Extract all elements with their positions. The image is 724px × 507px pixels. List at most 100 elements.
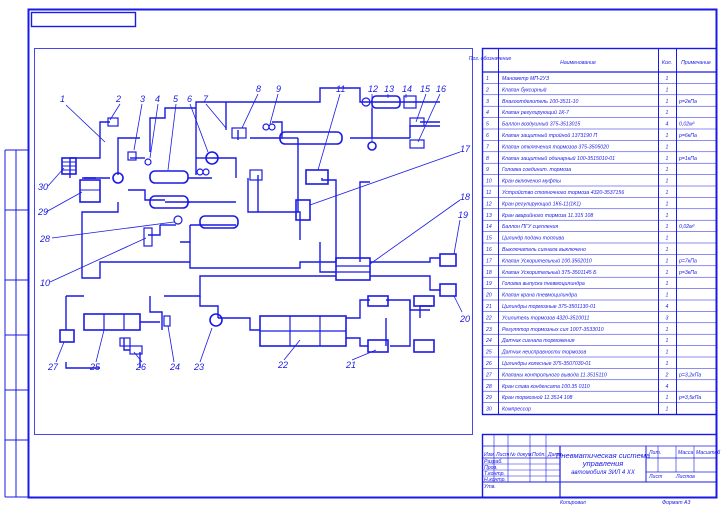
table-cell-qty: 1 — [666, 395, 669, 401]
table-cell-position: 1 — [486, 76, 489, 82]
air-tank-symbol — [199, 215, 239, 229]
table-cell-name: Выключатель сигнала выключено — [502, 247, 586, 253]
table-cell-qty: 1 — [666, 99, 669, 105]
table-cell-position: 23 — [485, 327, 492, 333]
callout-24: 24 — [169, 362, 180, 372]
table-cell-qty: 1 — [666, 110, 669, 116]
table-cell-position: 20 — [485, 293, 492, 299]
role-label-3: Н.контр. — [484, 477, 506, 483]
table-cell-note: 0,02м³ — [679, 122, 695, 128]
brake-chamber-symbol — [367, 339, 389, 353]
table-cell-position: 25 — [485, 350, 492, 356]
table-cell-qty: 1 — [666, 327, 669, 333]
table-cell-note: р=7кПа — [678, 258, 697, 264]
callout-25: 25 — [89, 362, 101, 372]
brake-chamber-symbol — [367, 295, 389, 307]
table-cell-position: 17 — [486, 258, 493, 264]
table-cell-name: Датчик сигнала торможения — [501, 338, 575, 344]
table-cell-name: Баллон ПГУ сцепления — [502, 224, 558, 230]
table-cell-qty: 1 — [666, 167, 669, 173]
table-cell-position: 13 — [486, 213, 492, 219]
scale-header: Масштаб — [696, 450, 721, 456]
brake-fault-sensor-symbol — [83, 313, 141, 331]
pneumo-cylinder-symbol — [439, 253, 457, 267]
table-cell-position: 3 — [486, 99, 489, 105]
table-cell-name: Клапан буксирный — [502, 86, 547, 93]
callout-20: 20 — [459, 314, 470, 324]
table-cell-qty: 4 — [666, 304, 669, 310]
callout-14: 14 — [402, 84, 412, 94]
table-cell-position: 8 — [486, 156, 489, 162]
callout-29: 29 — [37, 207, 48, 217]
table-cell-position: 4 — [486, 110, 489, 116]
table-cell-qty: 2 — [665, 372, 669, 378]
table-cell-qty: 1 — [666, 293, 669, 299]
callout-6: 6 — [187, 94, 192, 104]
table-cell-position: 10 — [486, 179, 492, 185]
table-cell-qty: 1 — [666, 270, 669, 276]
brake-valve-symbol — [79, 179, 101, 203]
left-binding-strip — [4, 149, 28, 498]
table-header-name: Наименование — [560, 60, 596, 66]
callout-leaders — [45, 93, 463, 363]
table-cell-name: Усилитель тормозов 4320-3510011 — [502, 315, 590, 321]
table-cell-position: 18 — [486, 270, 492, 276]
brake-release-valve-symbol — [249, 169, 263, 181]
table-cell-qty: 1 — [666, 350, 669, 356]
callout-18: 18 — [460, 192, 470, 202]
table-cell-name: Клапан защитный одинарный 100-3515010-01 — [502, 155, 615, 162]
callout-4: 4 — [155, 94, 160, 104]
table-cell-name: Клапан крана пневмоцилиндра — [502, 293, 577, 299]
drawing-title-line-2: управления — [582, 459, 624, 468]
table-cell-position: 24 — [485, 338, 492, 344]
callout-labels: 1 2 3 4 5 6 7 8 9 10 11 12 13 14 15 16 1… — [37, 84, 471, 372]
table-cell-name: Головка выпуска пневмоцилиндра — [502, 281, 585, 287]
table-cell-position: 6 — [486, 133, 489, 139]
table-cell-qty: 1 — [666, 281, 669, 287]
table-header-position: Поз. обозначение — [469, 56, 512, 62]
table-cell-name: Устройство стояночного тормоза 4320-3537… — [502, 189, 624, 196]
table-cell-position: 27 — [485, 372, 493, 378]
change-label-3: Подп. — [532, 452, 546, 458]
callout-9: 9 — [276, 84, 281, 94]
table-cell-name: Цилиндр подачи топлива — [502, 236, 564, 242]
table-cell-qty: 1 — [666, 76, 669, 82]
callout-1: 1 — [60, 94, 65, 104]
table-cell-note: р=3,5кПа — [678, 395, 701, 401]
table-cell-name: Клапаны контрольного вывода 11.3515110 — [502, 372, 607, 378]
moisture-separator-symbol — [127, 151, 137, 161]
table-cell-position: 12 — [486, 201, 492, 207]
table-cell-name: Баллон воздушный 375-3513015 — [502, 121, 580, 128]
callout-27: 27 — [47, 362, 59, 372]
table-cell-name: Кран аварийного тормоза 11.315 108 — [502, 212, 593, 219]
table-cell-position: 19 — [486, 281, 492, 287]
callout-21: 21 — [345, 360, 356, 370]
table-cell-position: 22 — [485, 315, 492, 321]
callout-23: 23 — [193, 362, 204, 372]
components — [59, 95, 457, 355]
outer-sheet-border — [27, 8, 718, 499]
change-label-0: Изм. — [484, 452, 495, 458]
table-cell-position: 30 — [486, 407, 492, 413]
table-cell-position: 28 — [485, 384, 492, 390]
callout-11: 11 — [336, 84, 345, 94]
table-cell-qty: 1 — [666, 236, 669, 242]
clutch-valve-symbol — [143, 227, 153, 247]
callout-10: 10 — [40, 278, 50, 288]
table-cell-qty: 1 — [666, 258, 669, 264]
table-cell-qty: 1 — [666, 87, 669, 93]
table-cell-qty: 1 — [666, 133, 669, 139]
table-cell-name: Кран включения муфты — [502, 179, 561, 185]
table-cell-qty: 4 — [666, 384, 669, 390]
table-cell-name: Клапан отключения тормозов 375-3505020 — [502, 144, 609, 150]
callout-5: 5 — [173, 94, 179, 104]
table-cell-name: Клапан защитный тройной 1373190 П — [502, 132, 597, 139]
table-cell-note: 0,02м³ — [679, 224, 695, 230]
table-cell-name: Цилиндры тормозные 375-3501130-01 — [502, 304, 596, 310]
parking-brake-device-symbol — [305, 169, 329, 185]
table-header-qty: Кол. — [662, 60, 672, 66]
callout-13: 13 — [384, 84, 394, 94]
drawing-title-line-3: автомобиля ЗИЛ 4 ХХ — [571, 470, 636, 476]
callout-16: 16 — [436, 84, 446, 94]
callout-8: 8 — [256, 84, 261, 94]
